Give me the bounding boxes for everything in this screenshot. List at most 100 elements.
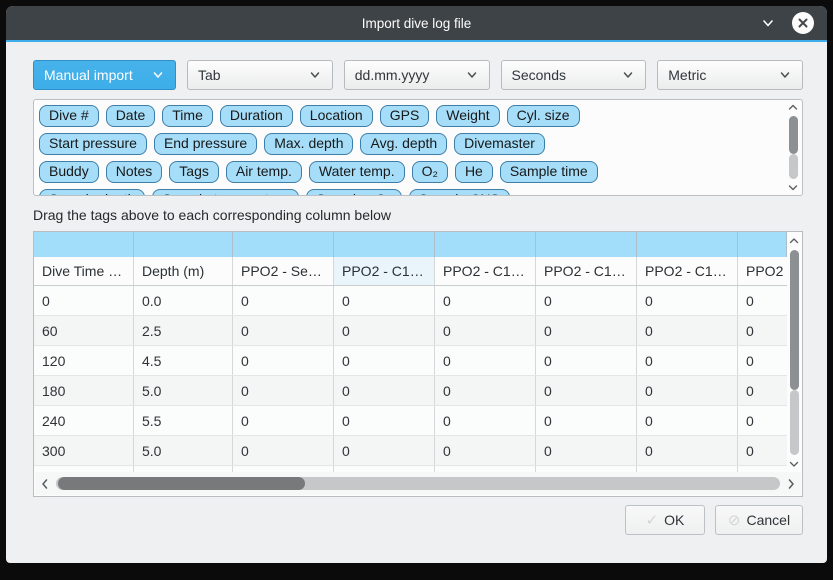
table-cell: 4.5	[134, 346, 233, 375]
close-button[interactable]	[792, 12, 814, 34]
column-header-highlighted[interactable]: PPO2 - C1…	[334, 257, 435, 285]
tag-time[interactable]: Time	[162, 105, 213, 127]
column-header[interactable]: PPO2 - Se…	[233, 257, 334, 285]
table-cell: 0	[738, 436, 787, 465]
drop-cell[interactable]	[435, 232, 536, 257]
duration-format-select[interactable]: Seconds	[501, 60, 647, 90]
tag-air-temp[interactable]: Air temp.	[226, 161, 302, 183]
table-row: 0 0.0 0 0 0 0 0 0	[34, 286, 787, 316]
ok-button[interactable]: ✓ OK	[625, 505, 705, 535]
tag-dive-number[interactable]: Dive #	[39, 105, 99, 127]
import-dialog: Import dive log file Manual import Tab	[6, 6, 827, 563]
table-cell: 0	[233, 346, 334, 375]
tag-sample-time[interactable]: Sample time	[500, 161, 598, 183]
csv-preview-table: Dive Time … Depth (m) PPO2 - Se… PPO2 - …	[33, 231, 803, 497]
table-cell: 0	[738, 346, 787, 375]
drop-target-row[interactable]	[34, 232, 787, 257]
column-header[interactable]: Dive Time …	[34, 257, 134, 285]
scrollbar-thumb[interactable]	[790, 250, 799, 390]
drop-cell[interactable]	[334, 232, 435, 257]
column-header[interactable]: Depth (m)	[134, 257, 233, 285]
scrollbar-track[interactable]	[789, 154, 798, 179]
tag-pool-scrollbar[interactable]	[786, 102, 800, 193]
tag-duration[interactable]: Duration	[220, 105, 293, 127]
table-cell: 5.5	[134, 406, 233, 435]
table-vertical-scrollbar[interactable]	[787, 233, 801, 472]
table-cell: 0	[738, 376, 787, 405]
chevron-down-icon[interactable]	[759, 14, 777, 32]
tag-he[interactable]: He	[455, 161, 493, 183]
table-cell: 120	[34, 346, 134, 375]
scrollbar-thumb[interactable]	[58, 477, 305, 490]
table-cell: 0	[536, 286, 637, 315]
chevron-down-icon[interactable]	[787, 182, 799, 193]
tag-end-pressure[interactable]: End pressure	[154, 133, 257, 155]
table-cell: 0	[233, 406, 334, 435]
table-cell: 0	[435, 436, 536, 465]
date-format-value: dd.mm.yyyy	[355, 67, 430, 83]
ok-button-label: OK	[664, 512, 684, 528]
chevron-left-icon[interactable]	[39, 477, 51, 491]
table-cell: 0	[637, 346, 738, 375]
tag-notes[interactable]: Notes	[106, 161, 163, 183]
chevron-down-icon[interactable]	[788, 458, 800, 470]
cancel-button[interactable]: ⊘ Cancel	[715, 505, 803, 535]
table-cell: 0	[536, 376, 637, 405]
titlebar[interactable]: Import dive log file	[6, 6, 827, 42]
tag-max-depth[interactable]: Max. depth	[264, 133, 353, 155]
tag-location[interactable]: Location	[300, 105, 373, 127]
import-mode-select[interactable]: Manual import	[33, 60, 176, 90]
table-cell: 0	[738, 316, 787, 345]
field-separator-select[interactable]: Tab	[187, 60, 333, 90]
column-header[interactable]: PPO2 - C1…	[536, 257, 637, 285]
date-format-select[interactable]: dd.mm.yyyy	[344, 60, 490, 90]
table-cell: 0	[233, 436, 334, 465]
tag-sample-po2[interactable]: Sample pO₂	[306, 189, 401, 196]
scrollbar-thumb[interactable]	[789, 116, 798, 154]
tag-pool: Dive # Date Time Duration Location GPS W…	[33, 99, 803, 196]
drop-cell[interactable]	[536, 232, 637, 257]
chevron-down-icon	[465, 68, 479, 82]
table-horizontal-scrollbar[interactable]	[35, 472, 801, 495]
chevron-up-icon[interactable]	[788, 235, 800, 247]
cancel-button-label: Cancel	[746, 512, 790, 528]
table-cell: 0	[334, 316, 435, 345]
units-select[interactable]: Metric	[657, 60, 803, 90]
drop-cell[interactable]	[637, 232, 738, 257]
tag-sample-temperature[interactable]: Sample temperature	[152, 189, 299, 196]
table-cell: 0	[536, 436, 637, 465]
tag-tags[interactable]: Tags	[169, 161, 219, 183]
tag-o2[interactable]: O₂	[412, 161, 448, 183]
tag-weight[interactable]: Weight	[436, 105, 499, 127]
table-cell: 0	[334, 286, 435, 315]
drop-cell[interactable]	[134, 232, 233, 257]
tag-avg-depth[interactable]: Avg. depth	[360, 133, 447, 155]
drop-cell[interactable]	[233, 232, 334, 257]
drop-cell[interactable]	[34, 232, 134, 257]
column-header[interactable]: PPO2 - C1…	[435, 257, 536, 285]
chevron-down-icon	[308, 68, 322, 82]
tag-sample-depth[interactable]: Sample depth	[39, 189, 145, 196]
tag-start-pressure[interactable]: Start pressure	[39, 133, 147, 155]
scrollbar-track[interactable]	[790, 390, 799, 455]
table-cell: 240	[34, 406, 134, 435]
chevron-right-icon[interactable]	[785, 477, 797, 491]
chevron-up-icon[interactable]	[787, 102, 799, 113]
tag-date[interactable]: Date	[106, 105, 156, 127]
tag-gps[interactable]: GPS	[380, 105, 430, 127]
tag-buddy[interactable]: Buddy	[39, 161, 99, 183]
import-mode-value: Manual import	[44, 67, 133, 83]
table-cell: 0	[334, 436, 435, 465]
tag-cyl-size[interactable]: Cyl. size	[507, 105, 580, 127]
table-row: 180 5.0 0 0 0 0 0 0	[34, 376, 787, 406]
tag-divemaster[interactable]: Divemaster	[454, 133, 545, 155]
drop-cell[interactable]	[738, 232, 787, 257]
table-cell: 0	[233, 316, 334, 345]
tag-water-temp[interactable]: Water temp.	[309, 161, 405, 183]
scrollbar-track[interactable]	[56, 477, 780, 490]
table-cell: 5.0	[134, 436, 233, 465]
tag-sample-cns[interactable]: Sample CNS	[409, 189, 510, 196]
table-row: 120 4.5 0 0 0 0 0 0	[34, 346, 787, 376]
column-header[interactable]: PPO2	[738, 257, 787, 285]
column-header[interactable]: PPO2 - C1…	[637, 257, 738, 285]
